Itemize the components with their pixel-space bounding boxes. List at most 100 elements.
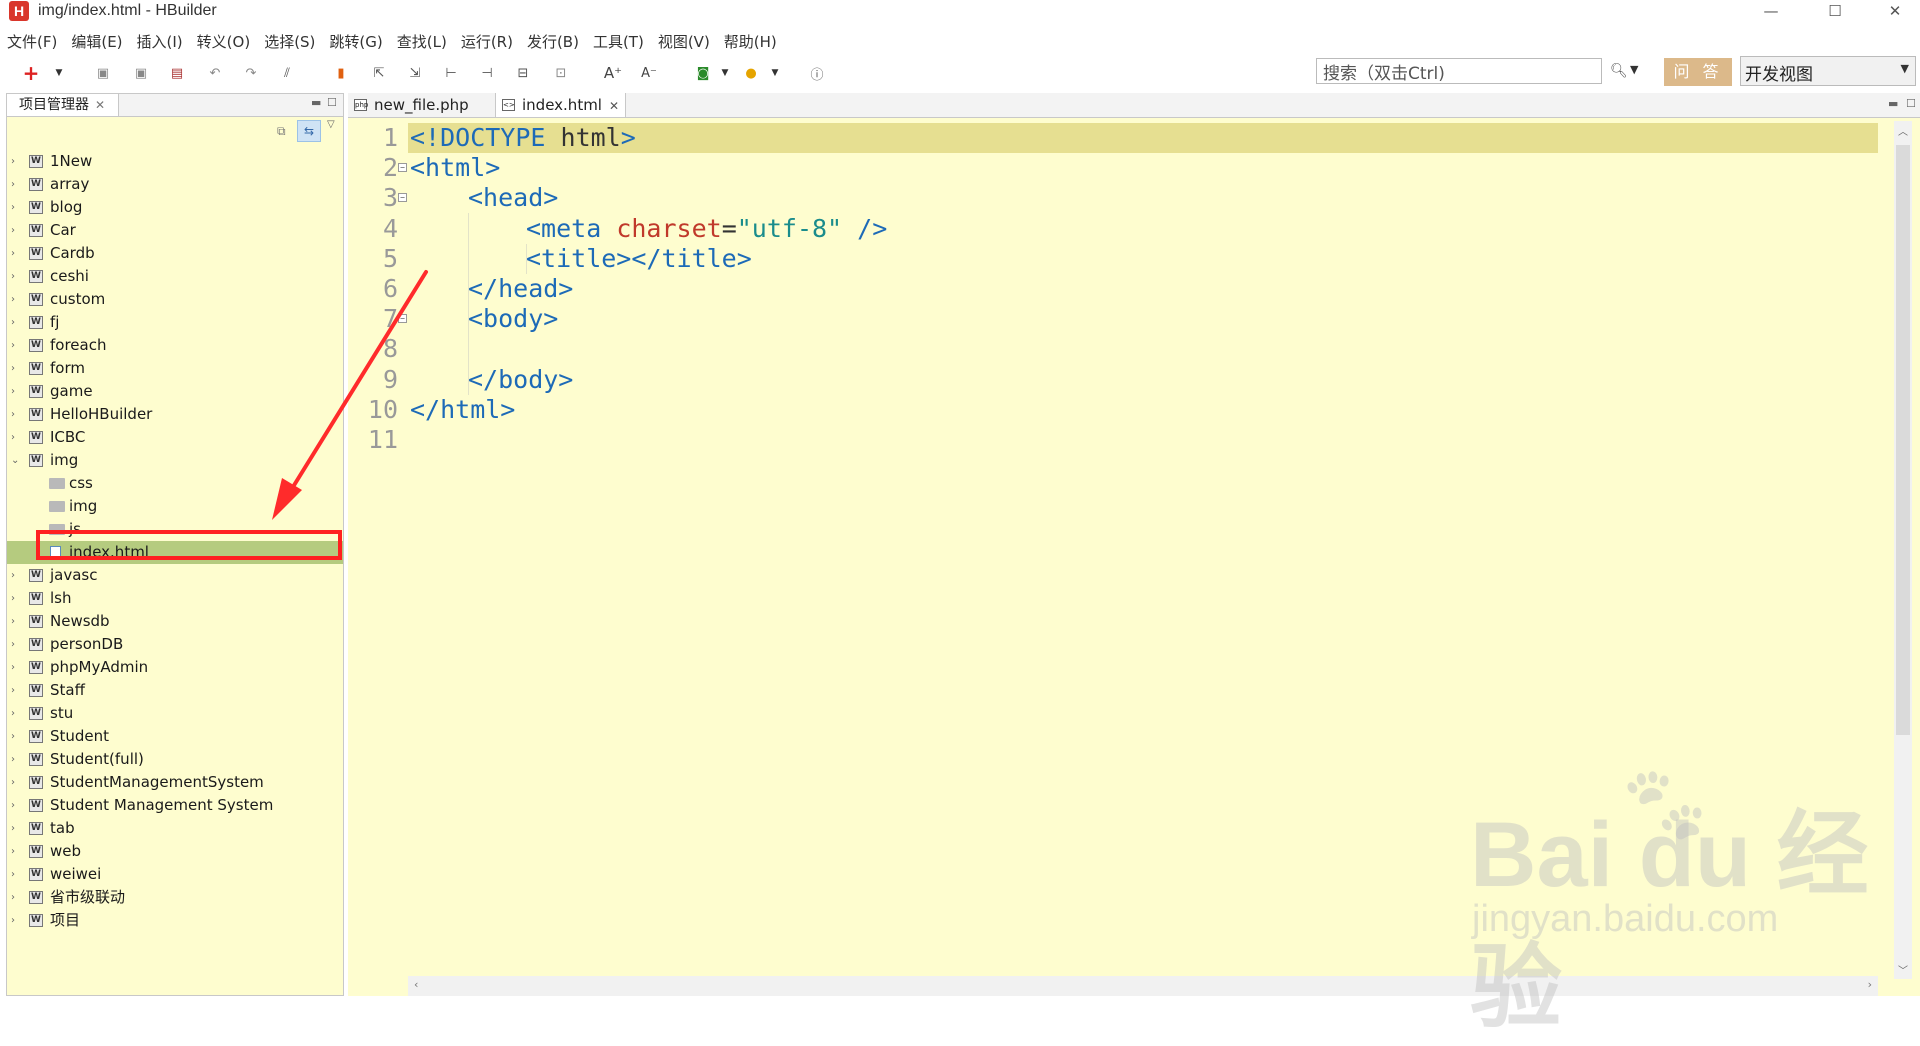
maximize-panel-icon[interactable]: ☐: [1906, 97, 1916, 110]
tree-item[interactable]: › Wlsh: [7, 587, 343, 610]
tree-item[interactable]: › Wstu: [7, 702, 343, 725]
tree-folder-item[interactable]: img: [7, 495, 343, 518]
chevron-right-icon[interactable]: ›: [11, 633, 15, 656]
save-all-icon[interactable]: ▣: [132, 64, 150, 82]
tree-item[interactable]: › W Car: [7, 219, 343, 242]
link-editor-icon[interactable]: ⇆: [297, 120, 321, 142]
collapse-all-icon[interactable]: ⧉: [277, 124, 286, 139]
chevron-right-icon[interactable]: ›: [11, 357, 15, 380]
code-line[interactable]: 10 </html>: [348, 395, 1878, 425]
fold-toggle-icon[interactable]: −: [398, 163, 407, 173]
menu-item[interactable]: 插入(I): [130, 30, 190, 54]
search-icon[interactable]: 🔍︎: [1610, 63, 1628, 79]
tree-item[interactable]: › Wweb: [7, 840, 343, 863]
menu-item[interactable]: 工具(T): [586, 30, 651, 54]
code-line[interactable]: 11: [348, 425, 1878, 455]
tree-item[interactable]: › W Staff: [7, 679, 343, 702]
chevron-down-icon[interactable]: ⌄: [11, 449, 19, 472]
bookmark-icon[interactable]: ▮: [332, 64, 350, 82]
chevron-right-icon[interactable]: ›: [11, 173, 15, 196]
minimize-icon[interactable]: —: [1748, 0, 1794, 22]
close-icon[interactable]: ✕: [1872, 0, 1918, 22]
menu-item[interactable]: 发行(B): [520, 30, 586, 54]
chevron-right-icon[interactable]: ›: [11, 886, 15, 909]
tree-item[interactable]: › Wgame: [7, 380, 343, 403]
tree-item[interactable]: › Wform: [7, 357, 343, 380]
info-icon[interactable]: ⓘ: [808, 64, 826, 83]
chevron-right-icon[interactable]: ›: [11, 656, 15, 679]
tab-new-file-php[interactable]: php new_file.php: [348, 93, 496, 117]
chevron-right-icon[interactable]: ›: [11, 702, 15, 725]
code-line[interactable]: 2− <html>: [348, 153, 1878, 183]
fold-toggle-icon[interactable]: −: [398, 314, 407, 324]
tab-project-manager[interactable]: 项目管理器 ✕: [7, 94, 119, 116]
chevron-right-icon[interactable]: ›: [11, 564, 15, 587]
tab-index-html[interactable]: <> index.html ✕: [496, 93, 626, 117]
search-input[interactable]: 搜索（双击Ctrl): [1316, 58, 1602, 84]
tree-item[interactable]: › Wtab: [7, 817, 343, 840]
chevron-right-icon[interactable]: ›: [11, 311, 15, 334]
tree-item[interactable]: › W Student(full): [7, 748, 343, 771]
tree-item[interactable]: › Warray: [7, 173, 343, 196]
code-line[interactable]: 6 </head>: [348, 274, 1878, 304]
tree-item[interactable]: › W Newsdb: [7, 610, 343, 633]
save-icon[interactable]: ▣: [94, 64, 112, 82]
browser-icon[interactable]: ●: [742, 64, 760, 82]
comment-icon[interactable]: ⊟: [514, 64, 532, 82]
chevron-right-icon[interactable]: ›: [11, 403, 15, 426]
chevron-right-icon[interactable]: ›: [11, 771, 15, 794]
chevron-right-icon[interactable]: ›: [11, 150, 15, 173]
menu-item[interactable]: 选择(S): [257, 30, 322, 54]
fold-toggle-icon[interactable]: −: [398, 193, 407, 203]
minimize-panel-icon[interactable]: ▬: [1888, 97, 1898, 110]
tree-item[interactable]: ⌄ Wimg: [7, 449, 343, 472]
tree-item[interactable]: › W Student: [7, 725, 343, 748]
format-icon[interactable]: ⫽: [278, 64, 296, 82]
chevron-right-icon[interactable]: ›: [11, 219, 15, 242]
revert-icon[interactable]: ▤: [168, 64, 186, 82]
chevron-right-icon[interactable]: ›: [11, 794, 15, 817]
tree-item[interactable]: › W StudentManagementSystem: [7, 771, 343, 794]
view-menu-icon[interactable]: ▽: [327, 119, 335, 130]
tree-item[interactable]: › Wweiwei: [7, 863, 343, 886]
tree-item[interactable]: › W HelloHBuilder: [7, 403, 343, 426]
menu-item[interactable]: 编辑(E): [64, 30, 129, 54]
code-line[interactable]: 3− <head>: [348, 183, 1878, 213]
menu-item[interactable]: 视图(V): [651, 30, 717, 54]
maximize-icon[interactable]: ☐: [1812, 0, 1858, 22]
menu-item[interactable]: 查找(L): [390, 30, 454, 54]
chevron-right-icon[interactable]: ›: [11, 725, 15, 748]
tree-item[interactable]: › W Student Management System: [7, 794, 343, 817]
font-increase-icon[interactable]: A⁺: [604, 64, 622, 82]
chevron-right-icon[interactable]: ›: [11, 840, 15, 863]
chevron-right-icon[interactable]: ›: [11, 817, 15, 840]
tree-item[interactable]: › Wblog: [7, 196, 343, 219]
go-end-icon[interactable]: ⇲: [406, 64, 424, 82]
go-start-icon[interactable]: ⇱: [370, 64, 388, 82]
tree-item[interactable]: › W 省市级联动: [7, 886, 343, 909]
chevron-right-icon[interactable]: ›: [11, 748, 15, 771]
font-decrease-icon[interactable]: A⁻: [640, 64, 658, 82]
menu-item[interactable]: 帮助(H): [717, 30, 784, 54]
tree-item[interactable]: › Wceshi: [7, 265, 343, 288]
code-line[interactable]: 7− <body>: [348, 304, 1878, 334]
minimize-panel-icon[interactable]: ▬: [311, 96, 321, 109]
tree-item[interactable]: › Wfj: [7, 311, 343, 334]
scroll-thumb[interactable]: [1896, 145, 1910, 735]
tree-folder-item[interactable]: css: [7, 472, 343, 495]
tree-item[interactable]: › Wjavasc: [7, 564, 343, 587]
tree-item[interactable]: › Wcustom: [7, 288, 343, 311]
code-line[interactable]: 5 <title></title>: [348, 244, 1878, 274]
tree-item[interactable]: › W 1New: [7, 150, 343, 173]
chevron-right-icon[interactable]: ›: [11, 863, 15, 886]
tree-item[interactable]: › Wforeach: [7, 334, 343, 357]
run-icon[interactable]: ◙: [694, 64, 712, 82]
chevron-right-icon[interactable]: ›: [11, 196, 15, 219]
chevron-right-icon[interactable]: ›: [11, 679, 15, 702]
view-mode-select[interactable]: 开发视图 ▼: [1740, 56, 1916, 86]
tree-item[interactable]: › W Cardb: [7, 242, 343, 265]
chevron-right-icon[interactable]: ›: [11, 334, 15, 357]
chevron-right-icon[interactable]: ›: [11, 426, 15, 449]
tree-item[interactable]: › W 项目: [7, 909, 343, 932]
code-line[interactable]: 4 <meta charset="utf-8" />: [348, 214, 1878, 244]
